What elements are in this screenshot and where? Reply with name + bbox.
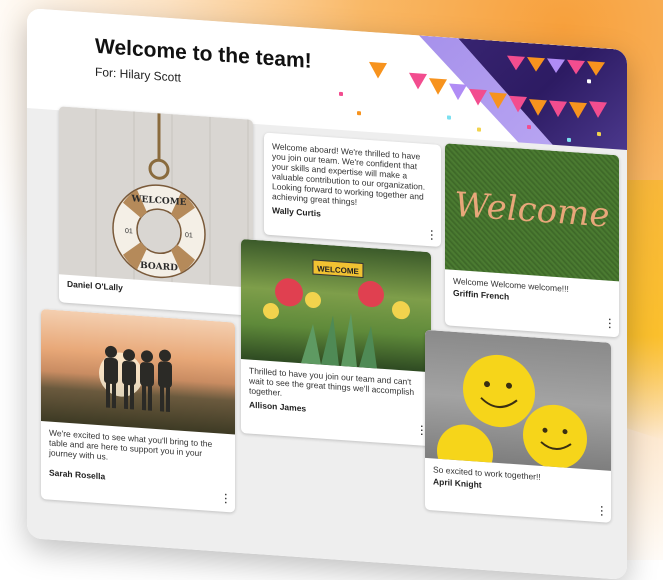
kebab-menu-icon[interactable]: ··· <box>600 502 604 521</box>
post-card-sarah[interactable]: We're excited to see what you'll bring t… <box>41 308 235 513</box>
post-message: We're excited to see what you'll bring t… <box>49 427 213 462</box>
post-author: Wally Curtis <box>272 205 321 219</box>
group-sunset-image <box>41 308 235 435</box>
welcome-script-grass-image: Welcome <box>445 143 619 282</box>
lifebuoy-number-left: 01 <box>125 228 133 236</box>
kebab-menu-icon[interactable]: ··· <box>224 490 228 509</box>
kebab-menu-icon[interactable]: ··· <box>420 422 424 441</box>
recipient-label: For: Hilary Scott <box>95 64 182 85</box>
kebab-menu-icon[interactable]: ··· <box>608 315 612 334</box>
cards-area: WELCOME BOARD 01 01 Daniel O'Lally ··· <box>27 106 627 580</box>
kebab-menu-icon[interactable]: ··· <box>430 226 434 245</box>
post-card-april[interactable]: So excited to work together!! April Knig… <box>425 329 611 523</box>
post-author: Sarah Rosella <box>49 467 106 482</box>
post-card-daniel[interactable]: WELCOME BOARD 01 01 Daniel O'Lally ··· <box>59 106 253 316</box>
welcome-lifebuoy-image: WELCOME BOARD 01 01 <box>59 106 253 288</box>
welcome-script-text: Welcome <box>455 185 610 236</box>
post-card-allison[interactable]: WELCOME Thrilled to have you join our te… <box>241 238 431 447</box>
smiley-balls-image <box>425 329 611 471</box>
post-card-griffin[interactable]: Welcome Welcome Welcome welcome!!! Griff… <box>445 143 619 338</box>
post-author: Allison James <box>249 399 307 414</box>
post-author: April Knight <box>433 476 482 490</box>
post-author: Griffin French <box>453 287 510 302</box>
cactus-flowers-image: WELCOME <box>241 238 431 373</box>
lifebuoy-number-right: 01 <box>185 232 193 240</box>
post-message: Welcome aboard! We're thrilled to have y… <box>272 141 426 208</box>
welcome-board: Welcome to the team! For: Hilary Scott W… <box>27 8 627 580</box>
post-author: Daniel O'Lally <box>67 278 123 293</box>
post-card-wally[interactable]: Welcome aboard! We're thrilled to have y… <box>264 132 441 247</box>
